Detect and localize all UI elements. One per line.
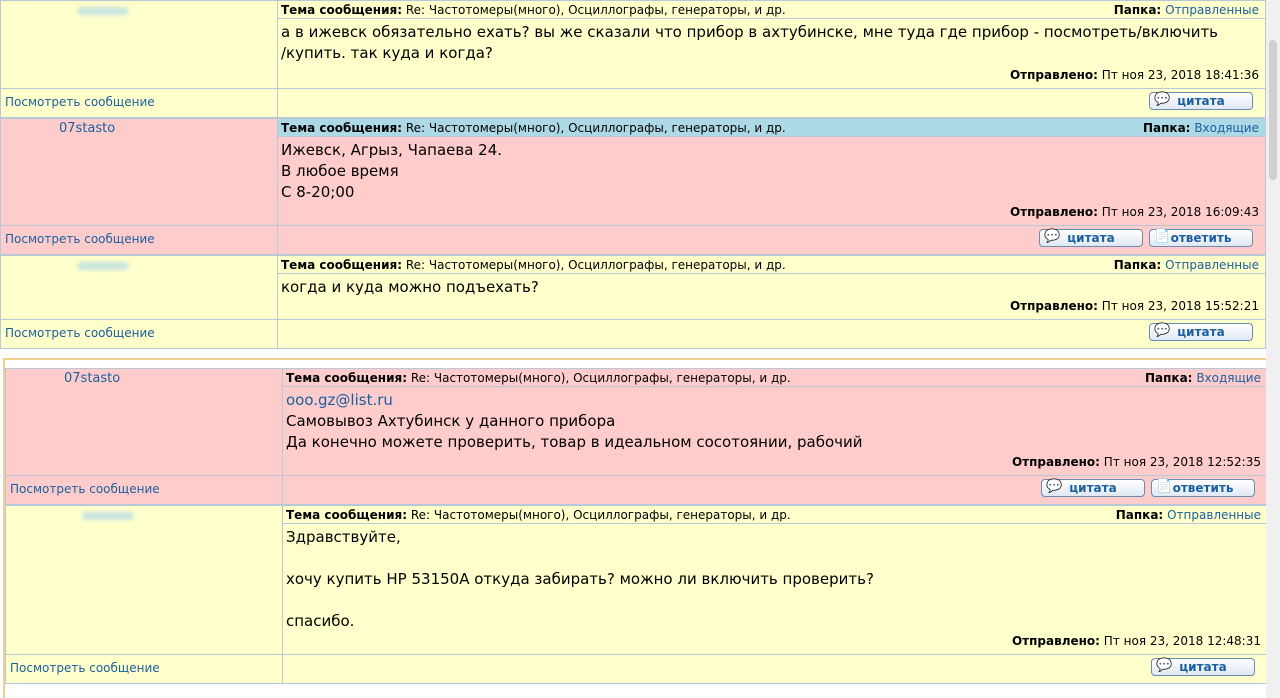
sent-info: Отправлено: Пт ноя 23, 2018 12:48:31: [1011, 634, 1261, 648]
message-received: 07stasto Тема сообщения: Re: Частотомеры…: [0, 118, 1266, 255]
sent-date: Пт ноя 23, 2018 18:41:36: [1101, 68, 1259, 82]
messages-panel-bottom: 07stasto Тема сообщения: Re: Частотомеры…: [3, 358, 1270, 698]
blurred-author: [77, 262, 129, 270]
subject-text: Re: Частотомеры(много), Осциллографы, ге…: [405, 121, 786, 135]
folder-label: Папка:: [1113, 3, 1162, 17]
subject-row: Тема сообщения: Re: Частотомеры(много), …: [278, 256, 1265, 274]
view-message-link[interactable]: Посмотреть сообщение: [1, 226, 277, 246]
folder-link[interactable]: Входящие: [1196, 371, 1261, 385]
view-message-link[interactable]: Посмотреть сообщение: [1, 89, 277, 109]
message-sent: Тема сообщения: Re: Частотомеры(много), …: [0, 0, 1266, 118]
view-message-link[interactable]: Посмотреть сообщение: [6, 655, 282, 675]
speech-bubble-icon: 💬: [1156, 658, 1173, 673]
message-sent: Тема сообщения: Re: Частотомеры(много), …: [0, 255, 1266, 349]
speech-bubble-icon: 💬: [1154, 92, 1171, 107]
subject-row: Тема сообщения: Re: Частотомеры(много), …: [283, 369, 1267, 387]
reply-button[interactable]: 📄 ответить: [1149, 229, 1253, 247]
document-icon: 📄: [1156, 479, 1173, 494]
blurred-author: [77, 7, 129, 15]
author-link[interactable]: 07stasto: [6, 369, 282, 389]
subject-label: Тема сообщения:: [281, 3, 402, 17]
email-link[interactable]: ooo.gz@list.ru: [286, 390, 1264, 411]
quote-button[interactable]: 💬 цитата: [1149, 92, 1253, 110]
speech-bubble-icon: 💬: [1044, 229, 1061, 244]
quote-button[interactable]: 💬 цитата: [1039, 229, 1143, 247]
quote-button[interactable]: 💬 цитата: [1041, 479, 1145, 497]
message-sent: Тема сообщения: Re: Частотомеры(много), …: [5, 505, 1268, 684]
view-message-link[interactable]: Посмотреть сообщение: [6, 476, 282, 496]
quote-button[interactable]: 💬 цитата: [1149, 323, 1253, 341]
author-link[interactable]: 07stasto: [1, 119, 277, 139]
folder-link[interactable]: Входящие: [1194, 121, 1259, 135]
message-body: Ижевск, Агрыз, Чапаева 24. В любое время…: [281, 141, 503, 201]
scrollbar-thumb[interactable]: [1269, 40, 1277, 180]
folder-link[interactable]: Отправленные: [1167, 508, 1261, 522]
sent-info: Отправлено: Пт ноя 23, 2018 18:41:36: [278, 66, 1265, 88]
body-line: /купить. так куда и когда?: [281, 44, 493, 62]
document-icon: 📄: [1154, 229, 1171, 244]
sent-info: Отправлено: Пт ноя 23, 2018 16:09:43: [1009, 205, 1259, 219]
message-received: 07stasto Тема сообщения: Re: Частотомеры…: [5, 368, 1268, 505]
body-line: а в ижевск обязательно ехать? вы же сказ…: [281, 23, 1219, 41]
speech-bubble-icon: 💬: [1046, 479, 1063, 494]
message-body: а в ижевск обязательно ехать? вы же сказ…: [278, 19, 1265, 66]
author-cell: [0, 0, 278, 89]
message-body: ooo.gz@list.ru Самовывоз Ахтубинск у дан…: [283, 387, 1267, 453]
subject-row: Тема сообщения: Re: Частотомеры(много), …: [283, 506, 1267, 524]
message-body: когда и куда можно подъехать?: [281, 278, 539, 296]
subject-row: Тема сообщения: Re: Частотомеры(много), …: [278, 119, 1265, 137]
speech-bubble-icon: 💬: [1154, 323, 1171, 338]
view-message-link[interactable]: Посмотреть сообщение: [1, 320, 277, 340]
sent-info: Отправлено: Пт ноя 23, 2018 12:52:35: [1011, 455, 1261, 469]
blurred-author: [82, 512, 134, 520]
folder-link[interactable]: Отправленные: [1165, 3, 1259, 17]
reply-button[interactable]: 📄 ответить: [1151, 479, 1255, 497]
sent-info: Отправлено: Пт ноя 23, 2018 15:52:21: [1009, 299, 1259, 313]
subject-row: Тема сообщения: Re: Частотомеры(много), …: [278, 1, 1265, 19]
quote-button[interactable]: 💬 цитата: [1151, 658, 1255, 676]
message-body: Здравствуйте, хочу купить HP 53150A отку…: [286, 528, 874, 630]
scrollbar[interactable]: [1266, 0, 1280, 698]
folder-link[interactable]: Отправленные: [1165, 258, 1259, 272]
messages-panel-top: Тема сообщения: Re: Частотомеры(много), …: [0, 0, 1266, 352]
sent-label: Отправлено:: [1009, 68, 1098, 82]
subject-text: Re: Частотомеры(много), Осциллографы, ге…: [405, 3, 786, 17]
